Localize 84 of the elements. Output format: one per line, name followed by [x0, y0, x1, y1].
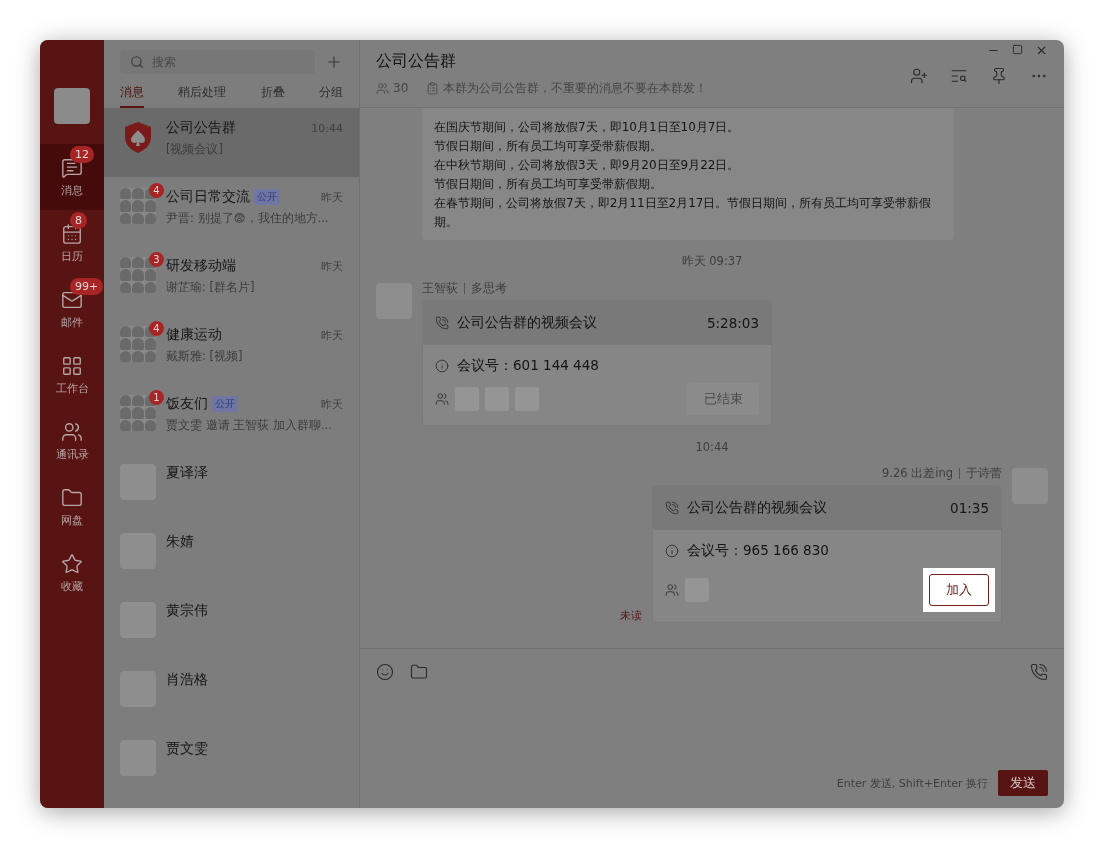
- count-badge: 12: [70, 146, 94, 163]
- pin-icon[interactable]: [990, 67, 1008, 85]
- members-icon: [376, 81, 389, 95]
- sender-name: 王智荻: [422, 283, 459, 294]
- message-line: 节假日期间，所有员工均可享受带薪假期。: [434, 138, 663, 155]
- meeting-duration: 5:28:03: [706, 315, 759, 331]
- phone-icon: [435, 316, 449, 330]
- people-icon: [435, 392, 449, 406]
- emoji-icon[interactable]: [376, 663, 394, 681]
- time-divider: 昨天 09:37: [681, 254, 743, 269]
- sidebar-label: 通讯录: [55, 446, 89, 462]
- star-icon: [61, 552, 83, 575]
- phone-icon[interactable]: [1030, 663, 1048, 681]
- meeting-number: 会议号：965 166 830: [687, 542, 829, 560]
- status-text: 多思考: [464, 283, 507, 294]
- sidebar-label: 日历: [61, 248, 83, 264]
- sidebar-label: 工作台: [55, 380, 89, 396]
- group-avatar: [120, 257, 156, 293]
- conversation-name: 肖浩格: [166, 671, 208, 689]
- unread-label: 未读: [620, 608, 642, 623]
- time-divider: 10:44: [695, 440, 729, 454]
- sidebar-item[interactable]: 网盘: [40, 474, 104, 540]
- message-line: 在国庆节期间，公司将放假7天，即10月1日至10月7日。: [434, 119, 741, 136]
- sidebar-label: 网盘: [61, 512, 83, 528]
- grid-icon: [61, 354, 83, 377]
- people-icon: [665, 583, 679, 597]
- member-count: 30: [393, 81, 409, 95]
- sidebar-label: 消息: [61, 182, 83, 198]
- message-line: 在春节期间，公司将放假7天，即2月11日至2月17日。节假日期间，所有员工均可享受带薪假期。: [434, 195, 933, 231]
- sidebar-item[interactable]: 收藏: [40, 540, 104, 606]
- folder-icon: [61, 486, 83, 509]
- sidebar-item[interactable]: 邮件 99+: [40, 276, 104, 342]
- sidebar-item[interactable]: 工作台: [40, 342, 104, 408]
- sidebar-item[interactable]: 通讯录: [40, 408, 104, 474]
- search-icon: [130, 55, 144, 69]
- message-line: 在中秋节期间，公司将放假3天，即9月20日至9月22日。: [434, 157, 741, 174]
- meeting-duration: 01:35: [950, 500, 989, 516]
- list-tab[interactable]: 折叠: [260, 74, 285, 108]
- add-member-icon[interactable]: [910, 67, 928, 85]
- list-tab[interactable]: 分组: [319, 74, 343, 108]
- conversation-name: 研发移动端: [166, 257, 236, 275]
- search-messages-icon[interactable]: [950, 67, 968, 85]
- notice-icon: [426, 81, 440, 95]
- count-badge: 99+: [70, 278, 104, 295]
- conversation-name: 朱婧: [166, 533, 194, 551]
- close-icon[interactable]: [1035, 44, 1048, 57]
- unread-badge: 1: [149, 390, 164, 405]
- conversation-name: 夏译泽: [166, 464, 208, 482]
- status-text: 9.26 出差ing: [881, 468, 954, 479]
- conversation-name: 黄宗伟: [166, 602, 208, 620]
- info-icon: [665, 544, 679, 558]
- conversation-name: 公司日常交流: [166, 188, 250, 206]
- send-button[interactable]: 发送: [998, 770, 1048, 796]
- message-preview: 尹晋: 别提了😨，我住的地方...: [166, 211, 330, 226]
- meeting-number: 会议号：601 144 448: [457, 357, 599, 375]
- count-badge: 8: [70, 212, 87, 229]
- people-icon: [61, 420, 83, 443]
- chat-bubble-icon: [61, 156, 83, 179]
- unread-badge: 4: [149, 183, 164, 198]
- conversation-name: 饭友们: [166, 395, 208, 413]
- sidebar-label: 邮件: [61, 314, 83, 330]
- conversation-name: 贾文雯: [166, 740, 208, 758]
- group-avatar: [120, 395, 156, 431]
- calendar-icon: [61, 222, 83, 245]
- phone-icon: [665, 501, 679, 515]
- meeting-title: 公司公告群的视频会议: [687, 499, 827, 517]
- list-tab[interactable]: 稍后处理: [178, 74, 227, 108]
- sidebar-item[interactable]: 日历 8: [40, 210, 104, 276]
- message-preview: 戴斯雅: [视频]: [166, 349, 244, 364]
- unread-badge: 3: [149, 252, 164, 267]
- maximize-icon[interactable]: [1012, 44, 1023, 55]
- sidebar-label: 收藏: [61, 578, 83, 594]
- message-line: 节假日期间，所有员工均可享受带薪假期。: [434, 176, 663, 193]
- input-hint: Enter 发送, Shift+Enter 换行: [836, 775, 988, 791]
- folder-icon[interactable]: [410, 663, 428, 681]
- unread-badge: 4: [149, 321, 164, 336]
- sidebar-item[interactable]: 消息 12: [40, 144, 104, 210]
- conversation-name: 健康运动: [166, 326, 222, 344]
- conversation-name: 公司公告群: [166, 119, 236, 137]
- message-preview: 贾文雯 邀请 王智荻 加入群聊...: [166, 418, 333, 433]
- meeting-title: 公司公告群的视频会议: [457, 314, 597, 332]
- info-icon: [435, 359, 449, 373]
- join-button[interactable]: 加入: [929, 574, 989, 606]
- chat-title: 公司公告群: [376, 50, 457, 72]
